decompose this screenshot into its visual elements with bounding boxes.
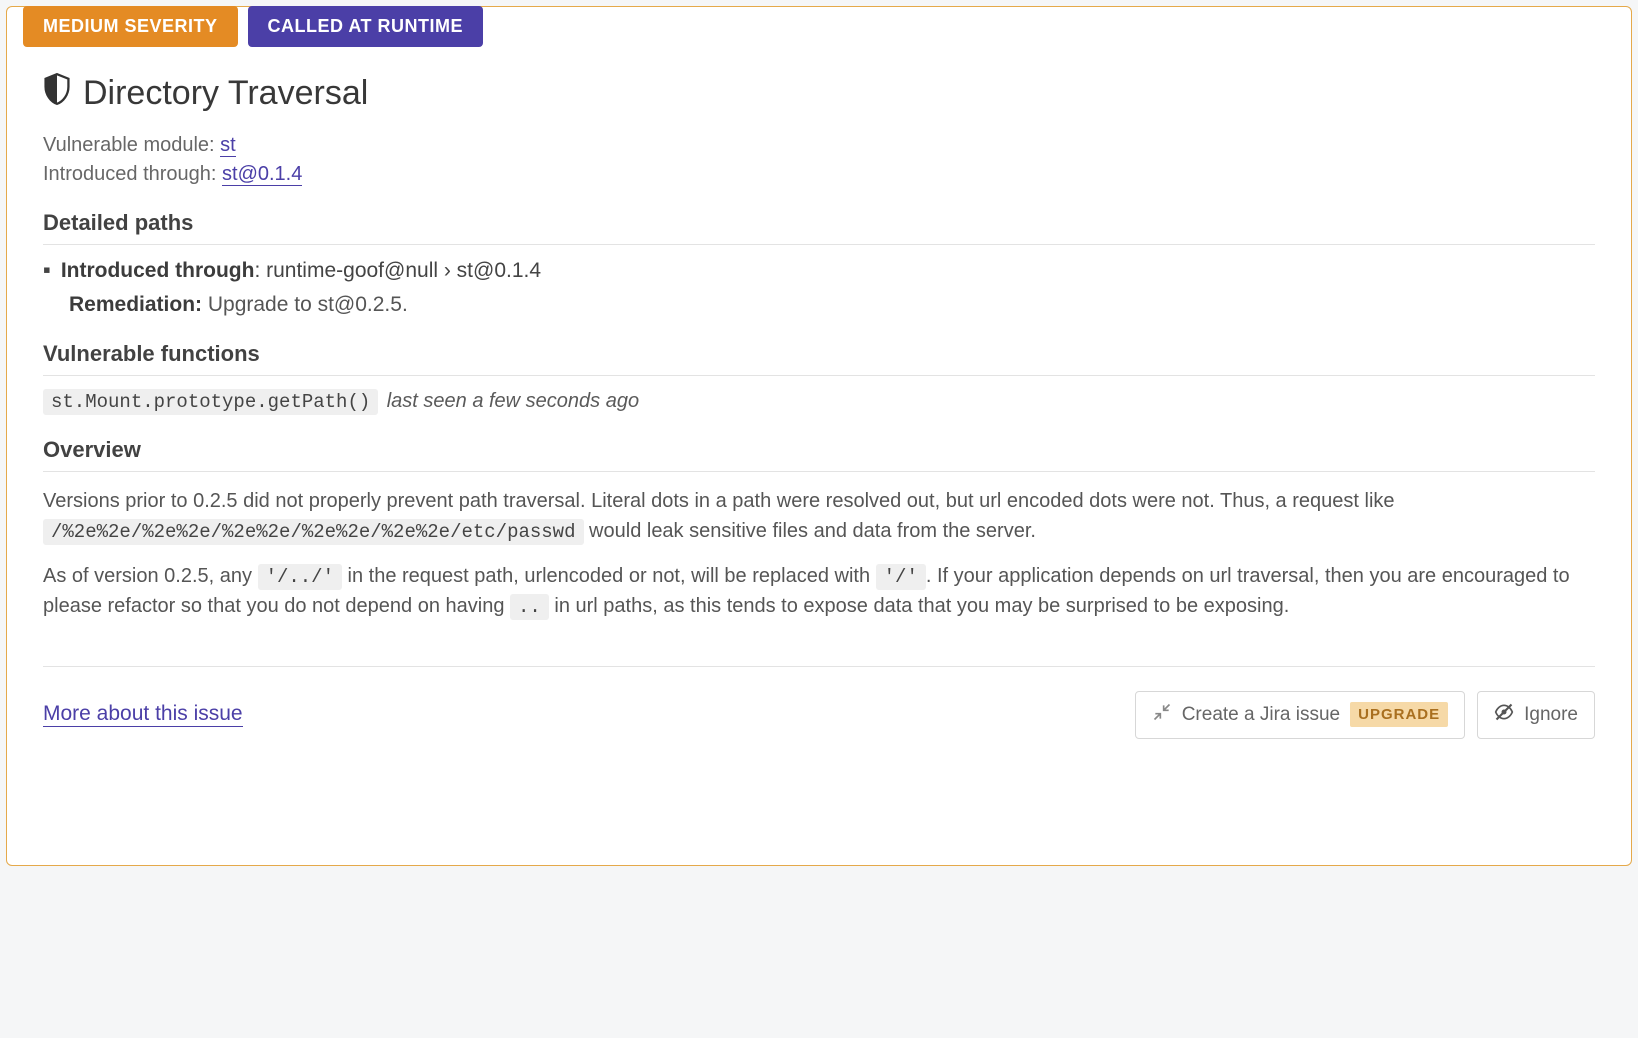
overview-heading: Overview [43,437,1595,463]
introduced-label: Introduced through: [43,163,222,185]
path-row: ▪ Introduced through: runtime-goof@null … [43,259,1595,283]
eye-off-icon [1494,702,1514,728]
badge-row: MEDIUM SEVERITY CALLED AT RUNTIME [7,6,1631,47]
upgrade-badge: UPGRADE [1350,702,1448,727]
runtime-badge: CALLED AT RUNTIME [248,6,483,47]
jira-icon [1152,702,1172,728]
overview-p2-a: As of version 0.2.5, any [43,565,258,587]
ignore-button[interactable]: Ignore [1477,691,1595,739]
last-seen-text: last seen a few seconds ago [387,390,639,412]
overview-p1-b: would leak sensitive files and data from… [584,520,1036,542]
more-about-link[interactable]: More about this issue [43,702,243,727]
vulnerable-function-row: st.Mount.prototype.getPath() last seen a… [43,390,1595,413]
introduced-link[interactable]: st@0.1.4 [222,163,302,186]
detailed-paths-heading: Detailed paths [43,210,1595,236]
vuln-module-link[interactable]: st [220,134,236,157]
vulnerability-title: Directory Traversal [43,73,1595,114]
overview-paragraph-1: Versions prior to 0.2.5 did not properly… [43,486,1595,547]
overview-p1-code: /%2e%2e/%2e%2e/%2e%2e/%2e%2e/%2e%2e/etc/… [43,519,584,545]
title-text: Directory Traversal [83,74,368,113]
shield-icon [43,73,71,114]
vuln-module-label: Vulnerable module: [43,134,220,156]
function-signature: st.Mount.prototype.getPath() [43,389,378,415]
overview-p2-code3: .. [510,594,549,620]
divider [43,471,1595,472]
path-introduced-value: : runtime-goof@null › st@0.1.4 [254,259,541,282]
bullet-icon: ▪ [43,259,51,281]
divider [43,375,1595,376]
create-jira-label: Create a Jira issue [1182,704,1340,726]
remediation-value: Upgrade to st@0.2.5. [202,293,408,316]
introduced-through-line: Introduced through: st@0.1.4 [43,163,1595,186]
divider [43,244,1595,245]
vulnerability-card: MEDIUM SEVERITY CALLED AT RUNTIME Direct… [6,6,1632,866]
overview-paragraph-2: As of version 0.2.5, any '/../' in the r… [43,561,1595,622]
card-footer: More about this issue Create a Jira issu… [43,666,1595,739]
create-jira-button[interactable]: Create a Jira issue UPGRADE [1135,691,1465,739]
path-introduced-label: Introduced through [61,259,255,282]
vulnerable-module-line: Vulnerable module: st [43,134,1595,157]
severity-badge: MEDIUM SEVERITY [23,6,238,47]
overview-p1-a: Versions prior to 0.2.5 did not properly… [43,490,1395,512]
overview-p2-code1: '/../' [258,564,342,590]
ignore-label: Ignore [1524,704,1578,726]
vulnerable-functions-heading: Vulnerable functions [43,341,1595,367]
remediation-label: Remediation: [69,293,202,316]
overview-p2-d: in url paths, as this tends to expose da… [549,595,1289,617]
remediation-row: Remediation: Upgrade to st@0.2.5. [69,293,1595,317]
overview-p2-b: in the request path, urlencoded or not, … [342,565,876,587]
overview-p2-code2: '/' [876,564,926,590]
